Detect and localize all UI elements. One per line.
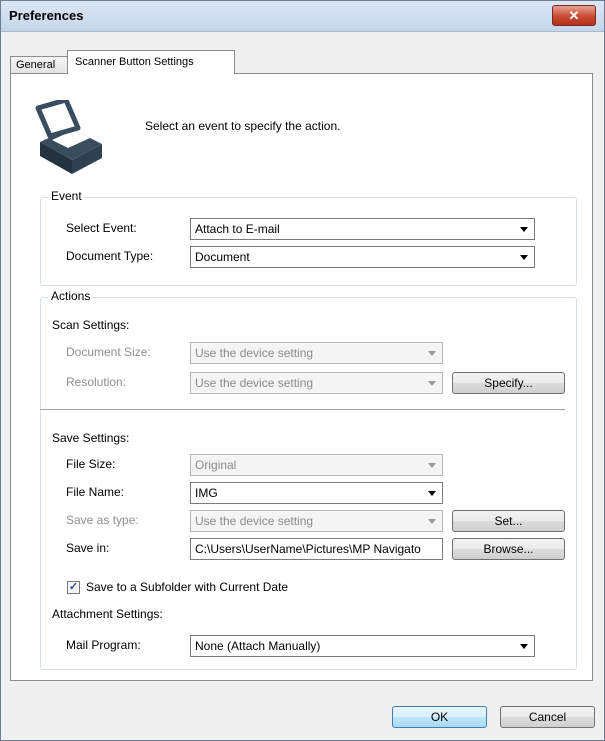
subfolder-checkbox[interactable]: ✓ [67,581,80,594]
mail-program-dropdown[interactable]: None (Attach Manually) [190,635,535,657]
select-event-label: Select Event: [66,221,137,235]
mail-program-label: Mail Program: [66,638,141,652]
attachment-settings-label: Attachment Settings: [52,607,163,621]
browse-button[interactable]: Browse... [452,538,565,560]
file-name-label: File Name: [66,485,125,499]
save-in-label: Save in: [66,541,110,555]
resolution-dropdown[interactable]: Use the device setting [190,372,443,394]
chevron-down-icon [428,519,436,524]
scan-settings-label: Scan Settings: [52,318,130,332]
chevron-down-icon [428,491,436,496]
window-title: Preferences [9,8,84,23]
save-as-type-value: Use the device setting [195,514,314,528]
document-type-label: Document Type: [66,249,154,263]
title-bar[interactable]: Preferences ✕ [1,1,604,32]
scanner-icon [35,100,102,174]
instruction-text: Select an event to specify the action. [145,119,341,133]
document-size-value: Use the device setting [195,346,314,360]
select-event-dropdown[interactable]: Attach to E-mail [190,218,535,240]
tab-general[interactable]: General [10,56,69,73]
file-size-value: Original [195,458,237,472]
close-button[interactable]: ✕ [552,5,596,26]
actions-group-label: Actions [48,289,94,303]
document-type-dropdown[interactable]: Document [190,246,535,268]
resolution-value: Use the device setting [195,376,314,390]
save-settings-label: Save Settings: [52,431,130,445]
save-in-field[interactable]: C:\Users\UserName\Pictures\MP Navigato [190,538,443,560]
cancel-button[interactable]: Cancel [500,706,595,728]
document-size-label: Document Size: [66,345,151,359]
chevron-down-icon [520,255,528,260]
document-type-value: Document [195,250,250,264]
save-as-type-dropdown[interactable]: Use the device setting [190,510,443,532]
select-event-value: Attach to E-mail [195,222,280,236]
chevron-down-icon [520,227,528,232]
resolution-label: Resolution: [66,375,127,389]
chevron-down-icon [428,463,436,468]
save-as-type-label: Save as type: [66,513,139,527]
chevron-down-icon [428,351,436,356]
specify-button[interactable]: Specify... [452,372,565,394]
ok-button[interactable]: OK [392,706,487,728]
file-name-value: IMG [195,486,218,500]
divider [40,409,565,410]
tab-scanner-button-settings[interactable]: Scanner Button Settings [67,50,235,74]
file-size-label: File Size: [66,457,116,471]
file-size-dropdown[interactable]: Original [190,454,443,476]
document-size-dropdown[interactable]: Use the device setting [190,342,443,364]
subfolder-checkbox-label[interactable]: Save to a Subfolder with Current Date [86,580,288,594]
chevron-down-icon [428,381,436,386]
event-group-label: Event [48,189,85,203]
set-button[interactable]: Set... [452,510,565,532]
chevron-down-icon [520,644,528,649]
mail-program-value: None (Attach Manually) [195,639,321,653]
event-group [40,197,577,286]
file-name-combobox[interactable]: IMG [190,482,443,504]
